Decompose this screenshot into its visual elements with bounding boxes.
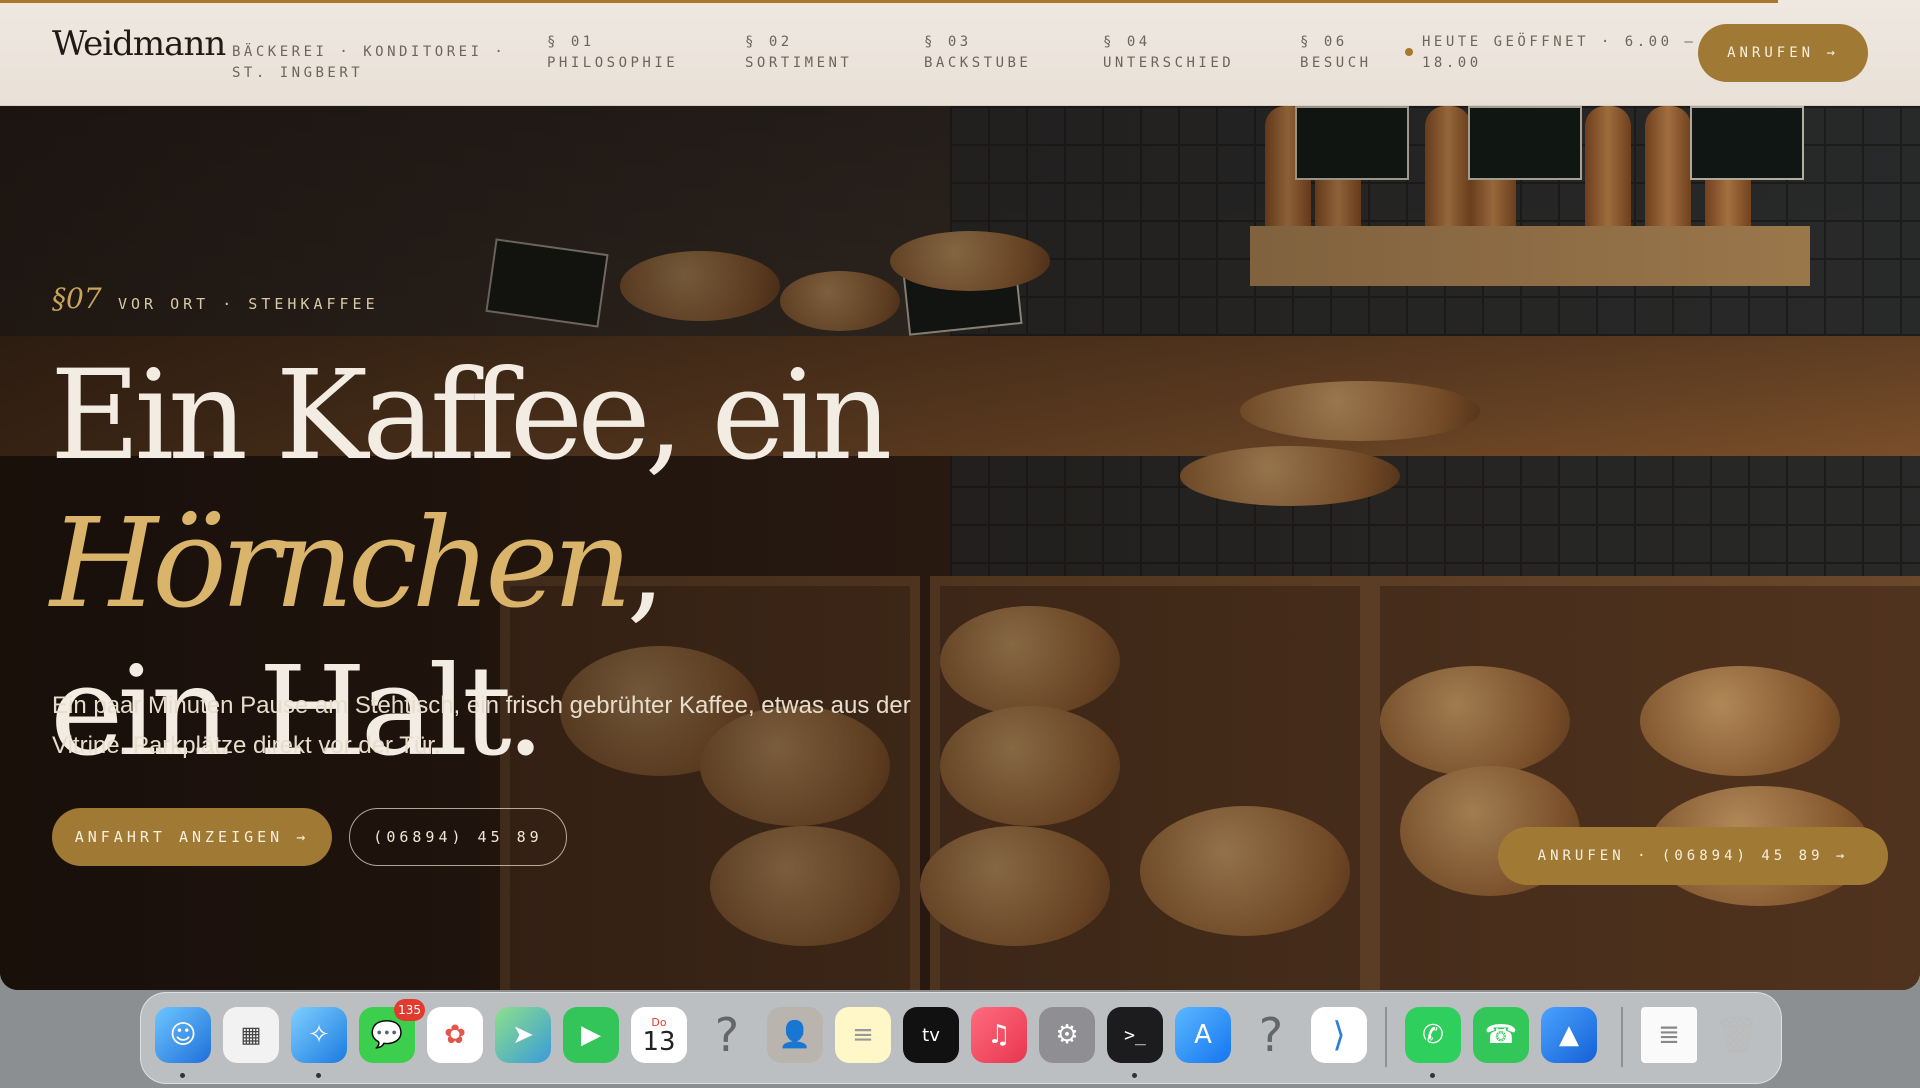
scroll-progress-bar [0,0,1778,3]
nav-item-label: Sortiment [745,55,853,71]
nav-item-sortiment[interactable]: § 02 Sortiment [745,32,852,74]
maps-icon[interactable]: ➤ [495,1007,551,1063]
hero-lead-text: Ein paar Minuten Pause am Stehtisch, ein… [52,692,911,759]
call-button[interactable]: Anrufen → [1698,24,1868,82]
trash-icon[interactable]: 🗑 [1709,1007,1765,1063]
document-icon[interactable]: ≣ [1641,1007,1697,1063]
launchpad-icon[interactable]: ▦ [223,1007,279,1063]
photos-icon[interactable]: ✿ [427,1007,483,1063]
apple-tv-icon[interactable]: tv [903,1007,959,1063]
unknown-app-icon[interactable]: ? [1243,1007,1299,1063]
headline-highlight: Hörnchen [50,492,632,636]
dock-separator [1621,1007,1623,1067]
phone-icon[interactable]: ☎ [1473,1007,1529,1063]
brand-logo[interactable]: Weidmann [52,24,226,64]
floating-call-button[interactable]: Anrufen · (06894) 45 89 → [1498,827,1888,885]
nav-item-philosophie[interactable]: § 01 Philosophie [547,32,678,74]
messages-icon[interactable]: 💬 135 [359,999,425,1063]
unknown-app-icon[interactable]: ? [699,1007,755,1063]
dock-separator [1385,1007,1387,1067]
whatsapp-icon[interactable]: ✆ [1405,1007,1461,1063]
section-eyebrow: Vor Ort · Stehkaffee [118,295,379,313]
notes-icon[interactable]: ≡ [835,1007,891,1063]
open-status-dot-icon [1405,48,1413,56]
facetime-icon[interactable]: ▶ [563,1007,619,1063]
vscode-icon[interactable]: ⟩ [1311,1007,1367,1063]
nav-item-number: § 02 [745,34,793,50]
nav-item-label: Philosophie [547,55,679,71]
nav-item-unterschied[interactable]: § 04 Unterschied [1103,32,1234,74]
brand-tagline: Bäckerei · Konditorei · St. Ingbert [232,44,507,81]
messages-badge: 135 [394,999,425,1021]
finder-icon[interactable]: ☺ [155,1007,211,1063]
section-number: §07 [52,282,102,315]
nav-item-number: § 03 [924,34,972,50]
nav-item-number: § 01 [547,34,595,50]
nav-item-backstube[interactable]: § 03 Backstube [924,32,1031,74]
system-settings-icon[interactable]: ⚙ [1039,1007,1095,1063]
macos-dock: ☺ ▦ ✧ 💬 135 ✿ ➤ ▶ Do 13 ? 👤 ≡ tv ♫ ⚙ >_ A… [140,992,1782,1084]
opening-hours: Heute geöffnet · 6.00 – 18.00 [1422,34,1697,71]
nav-item-number: § 06 [1300,34,1348,50]
safari-icon[interactable]: ✧ [291,1007,347,1063]
nav-item-label: Backstube [924,55,1032,71]
phone-number-button[interactable]: (06894) 45 89 [349,808,567,866]
nav-item-label: Besuch [1300,55,1372,71]
directions-button[interactable]: Anfahrt anzeigen → [52,808,332,866]
nav-item-label: Unterschied [1103,55,1235,71]
hero-section: §07 Vor Ort · Stehkaffee Ein Kaffee, ein… [0,106,1920,990]
browser-window: Weidmann Bäckerei · Konditorei · St. Ing… [0,0,1920,990]
contacts-icon[interactable]: 👤 [767,1007,823,1063]
music-icon[interactable]: ♫ [971,1007,1027,1063]
top-navigation: Weidmann Bäckerei · Konditorei · St. Ing… [0,0,1920,106]
app-store-icon[interactable]: A [1175,1007,1231,1063]
calendar-icon[interactable]: Do 13 [631,1007,687,1063]
terminal-icon[interactable]: >_ [1107,1007,1163,1063]
nav-item-number: § 04 [1103,34,1151,50]
nav-item-besuch[interactable]: § 06 Besuch [1300,32,1372,74]
keynote-icon[interactable]: ▲ [1541,1007,1597,1063]
